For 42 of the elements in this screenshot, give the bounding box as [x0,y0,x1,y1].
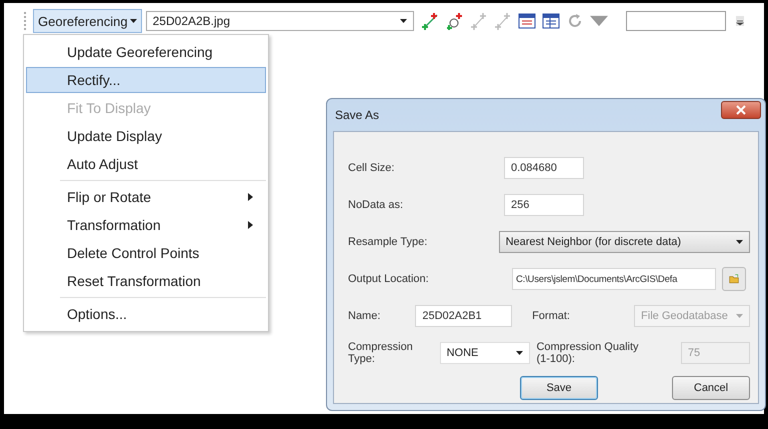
caret-icon [516,351,524,355]
input-field[interactable]: C:\Users\jslem\Documents\ArcGIS\Defa [512,268,716,290]
text-field[interactable] [626,11,726,31]
dropdown-field[interactable]: Nearest Neighbor (for discrete data) [498,231,750,253]
menu-item[interactable]: Update Georeferencing [26,39,266,65]
caret-icon [736,314,744,318]
field-label: Format: [532,310,571,322]
add-point-icon[interactable] [422,12,440,30]
menu-item[interactable]: Flip or Rotate [26,184,266,210]
layer-combo[interactable]: 25D02A2B.jpg [146,11,414,31]
toolbar-options-icon[interactable] [736,16,744,26]
field-label: NoData as: [348,199,404,211]
close-icon [736,105,746,115]
table-icon[interactable] [542,12,560,30]
input-field[interactable]: 25D02A2B1 [415,305,512,327]
folder-button[interactable] [722,267,746,291]
close-button[interactable] [721,101,761,119]
dialog-button[interactable]: Save [520,376,598,400]
caret-icon [400,19,407,23]
dropdown-field[interactable]: NONE [440,342,530,364]
dialog-button[interactable]: Cancel [672,376,750,400]
menu-item[interactable]: Delete Control Points [26,240,266,266]
menu-item[interactable]: Options... [26,301,266,327]
link-points-icon[interactable] [446,12,464,30]
dialog-title: Save As [335,108,380,122]
field-label: Compression Quality (1-100): [536,341,640,365]
input-field[interactable]: 256 [504,194,584,216]
field-label: Name: [348,310,382,322]
field-label: Cell Size: [348,162,396,174]
field-label: Compression Type: [348,341,414,365]
menu-item[interactable]: Auto Adjust [26,151,266,177]
field-label: Output Location: [348,273,430,285]
table-icon[interactable] [518,12,536,30]
input-field[interactable]: 0.084680 [504,157,584,179]
georeferencing-menu-button[interactable]: Georeferencing [33,9,142,33]
menu-item[interactable]: Update Display [26,123,266,149]
menu-item[interactable]: Transformation [26,212,266,238]
menu-item[interactable]: Rectify... [26,67,266,93]
caret-icon [736,240,743,244]
field-label: Resample Type: [348,236,428,248]
menu-item[interactable]: Reset Transformation [26,268,266,294]
caret-icon [130,19,137,23]
